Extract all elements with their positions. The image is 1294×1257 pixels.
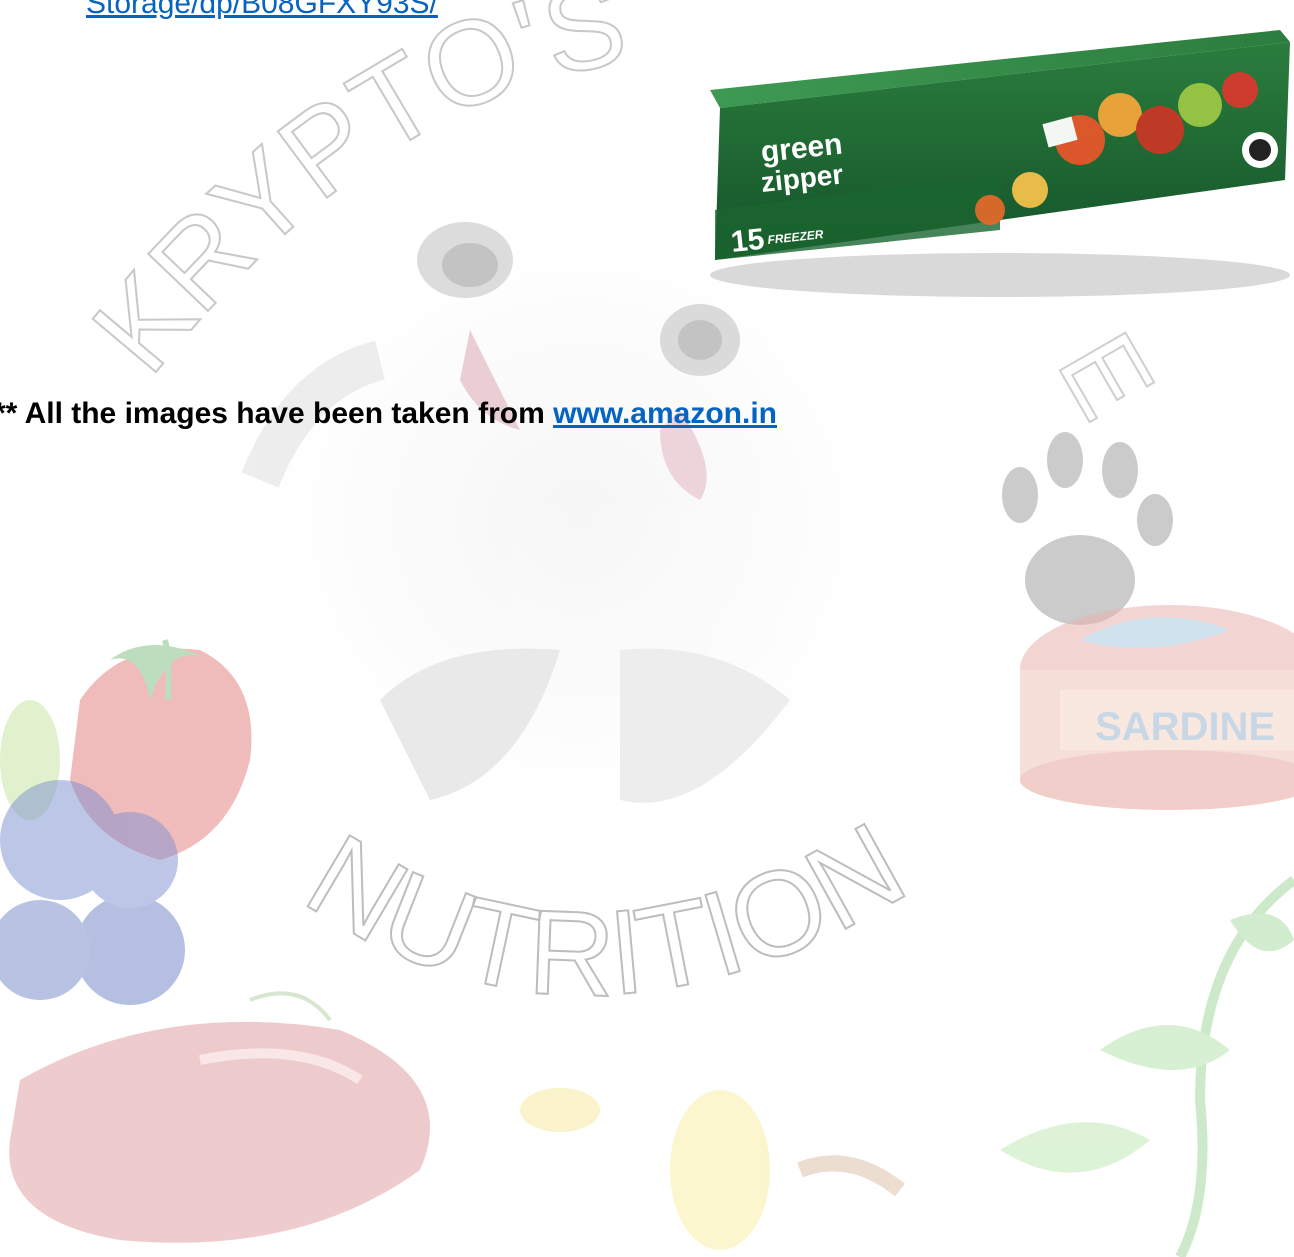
- dog-watermark-image: [241, 220, 900, 820]
- bottom-food-image: [520, 1088, 905, 1250]
- sardine-can-image: SARDINE: [1020, 605, 1294, 810]
- amazon-link[interactable]: www.amazon.in: [553, 397, 777, 430]
- watermark-text-right: E: [1035, 313, 1178, 438]
- document-page: KRYPTO'S E NUTRITION SARDINE green zippe…: [0, 0, 1294, 1257]
- parsley-image: [1000, 875, 1294, 1257]
- image-credit-text: ** All the images have been taken from: [0, 397, 554, 430]
- watermark-text-bottom: NUTRITION: [286, 797, 926, 1022]
- product-url-link[interactable]: Storage/dp/B08GFXY93S/: [86, 0, 438, 22]
- svg-text:SARDINE: SARDINE: [1095, 705, 1275, 749]
- svg-text:15: 15: [729, 223, 766, 259]
- image-credit-note: ** All the images have been taken from w…: [0, 396, 777, 432]
- meat-steak-image: [9, 991, 430, 1243]
- product-image-green-zipper-box: green zipper 15 FREEZER: [710, 30, 1290, 297]
- paw-print-icon: [1002, 432, 1173, 625]
